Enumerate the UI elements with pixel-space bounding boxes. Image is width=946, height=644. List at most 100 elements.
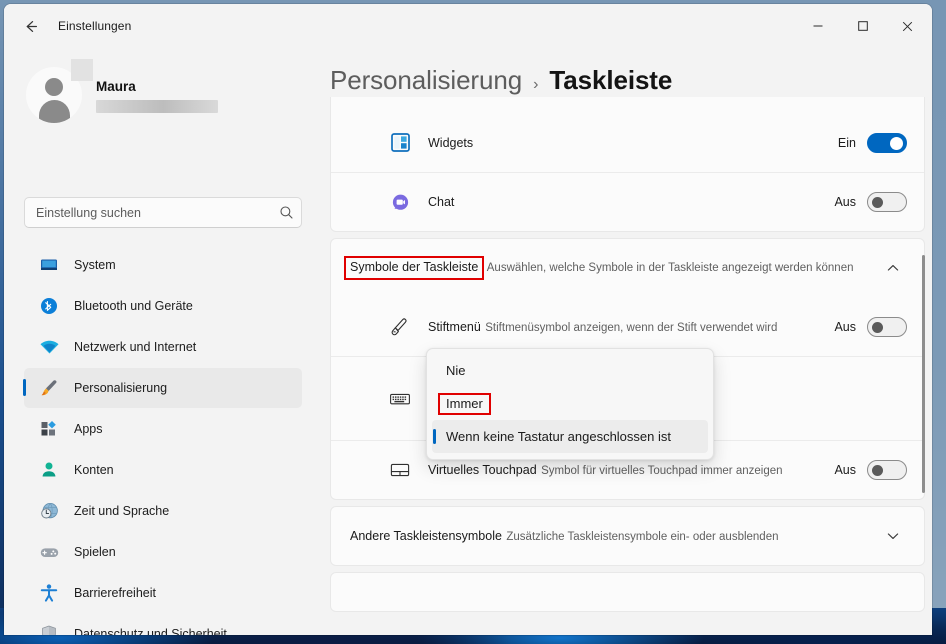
row-chat[interactable]: Chat Aus <box>331 172 924 231</box>
sidebar-item-label: Apps <box>74 422 103 436</box>
sidebar-item-apps[interactable]: Apps <box>24 409 302 449</box>
virtual-touchpad-toggle[interactable] <box>867 460 907 480</box>
expander-taskbar-icons[interactable]: Symbole der Taskleiste Auswählen, welche… <box>331 239 924 297</box>
sidebar-item-label: Barrierefreiheit <box>74 586 156 600</box>
row-title: Chat <box>428 195 455 209</box>
chevron-down-icon[interactable] <box>879 522 907 550</box>
pen-menu-toggle-state: Aus <box>834 319 856 334</box>
apps-icon <box>38 418 60 440</box>
chevron-up-icon[interactable] <box>879 254 907 282</box>
profile-text: Maura <box>71 59 218 113</box>
maximize-button[interactable] <box>840 10 885 42</box>
widgets-toggle[interactable] <box>867 132 907 153</box>
dropdown-option-label: Nie <box>446 363 466 378</box>
widgets-toggle-group: Ein <box>837 132 907 153</box>
search-input[interactable] <box>25 205 271 220</box>
row-widgets[interactable]: Widgets Ein <box>331 113 924 172</box>
chat-icon <box>388 190 412 214</box>
monitor-icon <box>38 254 60 276</box>
gamepad-icon <box>38 541 60 563</box>
window-titlebar: Einstellungen <box>4 4 932 48</box>
bluetooth-icon <box>38 295 60 317</box>
minimize-button[interactable] <box>795 10 840 42</box>
sidebar-item-system[interactable]: System <box>24 245 302 285</box>
touchpad-icon <box>388 458 412 482</box>
search-box[interactable] <box>24 197 302 228</box>
sidebar-item-privacy-security[interactable]: Datenschutz und Sicherheit <box>24 614 302 635</box>
sidebar-item-gaming[interactable]: Spielen <box>24 532 302 572</box>
widgets-icon <box>388 131 412 155</box>
touch-keyboard-dropdown: Nie Immer Wenn keine Tastatur angeschlos… <box>426 348 714 460</box>
sidebar-item-label: Spielen <box>74 545 116 559</box>
redacted-email-block <box>96 99 218 113</box>
row-title: Virtuelles Touchpad <box>428 463 537 477</box>
row-text: Widgets <box>428 134 838 152</box>
sidebar-item-label: Netzwerk und Internet <box>74 340 197 354</box>
card-taskbar-items: Widgets Ein Chat Aus <box>330 97 925 232</box>
card-other-taskbar-icons: Andere Taskleistensymbole Zusätzliche Ta… <box>330 506 925 566</box>
expander-other-taskbar-icons[interactable]: Andere Taskleistensymbole Zusätzliche Ta… <box>331 507 924 565</box>
virtual-touchpad-toggle-state: Aus <box>834 463 856 477</box>
dropdown-option-label: Immer <box>438 392 491 415</box>
paintbrush-icon <box>38 377 60 399</box>
expander-subtitle: Auswählen, welche Symbole in der Tasklei… <box>486 262 854 274</box>
shield-icon <box>38 623 60 635</box>
account-icon <box>38 459 60 481</box>
sidebar-item-label: Personalisierung <box>74 381 168 395</box>
sidebar-item-network[interactable]: Netzwerk und Internet <box>24 327 302 367</box>
sidebar-item-label: System <box>74 258 116 272</box>
dropdown-option-when-no-keyboard[interactable]: Wenn keine Tastatur angeschlossen ist <box>432 420 708 453</box>
page-title: Taskleiste <box>549 65 673 95</box>
expander-title: Symbole der Taskleiste <box>343 256 485 280</box>
back-button[interactable] <box>14 10 48 42</box>
row-subtitle: Stiftmenüsymbol anzeigen, wenn der Stift… <box>485 321 778 334</box>
row-subtitle: Symbol für virtuelles Touchpad immer anz… <box>541 465 783 477</box>
profile-name: Maura <box>96 78 136 94</box>
sidebar: Maura Einstellung suchen System Bluetoot… <box>4 48 322 635</box>
breadcrumb-separator-icon: › <box>533 76 539 93</box>
card-next-section <box>330 572 925 612</box>
sidebar-item-label: Datenschutz und Sicherheit <box>74 627 227 635</box>
sidebar-nav: System Bluetooth und Geräte Netzwerk und… <box>4 245 322 635</box>
redacted-name-block <box>71 59 93 81</box>
dropdown-option-never[interactable]: Nie <box>432 354 708 387</box>
settings-window: Einstellungen Maura Einstellung suchen S… <box>4 4 932 635</box>
row-text: Virtuelles Touchpad Symbol für virtuelle… <box>428 461 834 479</box>
pen-menu-toggle-group: Aus <box>834 316 907 337</box>
clock-globe-icon <box>38 500 60 522</box>
expander-text: Symbole der Taskleiste Auswählen, welche… <box>343 256 879 280</box>
virtual-touchpad-toggle-group: Aus <box>834 460 907 480</box>
sidebar-item-time-language[interactable]: Zeit und Sprache <box>24 491 302 531</box>
sidebar-item-label: Zeit und Sprache <box>74 504 170 518</box>
window-title: Einstellungen <box>58 19 132 33</box>
expander-title: Andere Taskleistensymbole <box>350 529 502 543</box>
main-content: Personalisierung › Taskleiste Widgets Ei… <box>322 48 932 635</box>
dropdown-option-always[interactable]: Immer <box>432 387 708 420</box>
sidebar-item-personalization[interactable]: Personalisierung <box>23 368 302 408</box>
dropdown-option-label: Wenn keine Tastatur angeschlossen ist <box>446 429 671 444</box>
pen-icon <box>388 315 412 339</box>
chat-toggle-state: Aus <box>834 195 856 209</box>
sidebar-item-label: Bluetooth und Geräte <box>74 299 193 313</box>
breadcrumb: Personalisierung › Taskleiste <box>330 65 672 96</box>
widgets-toggle-state: Ein <box>837 135 856 150</box>
pen-menu-toggle[interactable] <box>867 316 907 337</box>
wifi-icon <box>38 336 60 358</box>
sidebar-item-accessibility[interactable]: Barrierefreiheit <box>24 573 302 613</box>
search-icon <box>271 205 301 220</box>
content-scrollbar[interactable] <box>922 255 925 493</box>
row-text: Stiftmenü Stiftmenüsymbol anzeigen, wenn… <box>428 318 834 336</box>
accessibility-icon <box>38 582 60 604</box>
chat-toggle[interactable] <box>867 192 907 212</box>
expander-subtitle: Zusätzliche Taskleistensymbole ein- oder… <box>506 531 779 543</box>
breadcrumb-parent-link[interactable]: Personalisierung <box>330 65 522 96</box>
sidebar-item-accounts[interactable]: Konten <box>24 450 302 490</box>
keyboard-icon <box>388 387 412 411</box>
close-button[interactable] <box>885 10 930 42</box>
sidebar-item-label: Konten <box>74 463 114 477</box>
expander-text: Andere Taskleistensymbole Zusätzliche Ta… <box>350 527 879 545</box>
chat-toggle-group: Aus <box>834 192 907 212</box>
user-profile[interactable]: Maura <box>26 59 218 128</box>
row-title: Widgets <box>428 135 474 150</box>
sidebar-item-bluetooth[interactable]: Bluetooth und Geräte <box>24 286 302 326</box>
